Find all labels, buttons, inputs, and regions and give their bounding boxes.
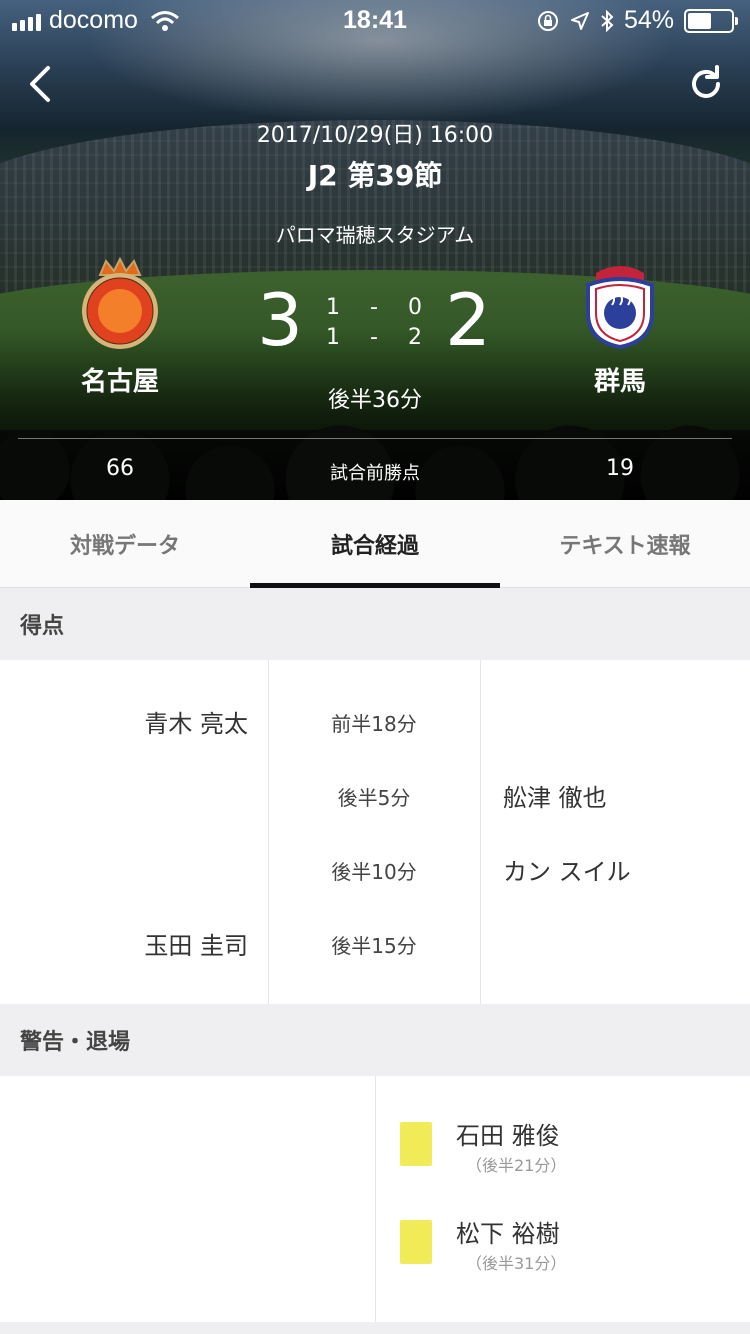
- tab-live-text[interactable]: テキスト速報: [500, 500, 750, 588]
- card-time: （後半21分）: [466, 1156, 567, 1175]
- home-team-crest: [82, 256, 158, 349]
- battery-percentage: 54%: [623, 6, 674, 34]
- second-half-score: 1 - 2: [326, 324, 422, 350]
- match-venue: パロマ瑞穂スタジアム: [275, 223, 475, 247]
- away-scorer: 舩津 徹也: [503, 784, 607, 812]
- goal-time: 前半18分: [331, 712, 417, 736]
- match-round: J2 第39節: [307, 159, 443, 192]
- card-time: （後半31分）: [466, 1254, 567, 1273]
- cards-section-title: 警告・退場: [0, 1004, 750, 1076]
- half-scores: 1 - 0 1 - 2: [318, 292, 430, 352]
- card-row: 石田 雅俊 （後半21分）: [376, 1122, 750, 1202]
- away-points: 19: [606, 456, 634, 481]
- match-header: docomo 18:41 54% 2017/10/29(日) 16:00 J2 …: [0, 0, 750, 500]
- reload-button[interactable]: [686, 64, 726, 104]
- bluetooth-icon: [601, 9, 614, 32]
- goals-table: 青木 亮太 前半18分 後半5分 舩津 徹也 後半10分 カン スイル 玉田 圭…: [0, 660, 750, 1004]
- tab-head-to-head[interactable]: 対戦データ: [0, 500, 250, 588]
- back-button[interactable]: [22, 62, 62, 106]
- location-arrow-icon: [570, 11, 589, 30]
- first-half-score: 1 - 0: [326, 294, 422, 320]
- match-date: 2017/10/29(日) 16:00: [256, 123, 494, 148]
- divider: [18, 438, 732, 439]
- home-scorer: 青木 亮太: [144, 710, 248, 738]
- yellow-card-icon: [400, 1122, 432, 1166]
- card-player: 石田 雅俊: [456, 1122, 560, 1150]
- goal-time: 後半5分: [337, 786, 411, 810]
- orientation-lock-icon: [537, 10, 558, 31]
- away-scorer: カン スイル: [503, 858, 631, 886]
- goal-row: 後半10分 カン スイル: [0, 832, 750, 906]
- tab-match-progress[interactable]: 試合経過: [250, 500, 500, 588]
- card-row: 松下 裕樹 （後半31分）: [376, 1220, 750, 1300]
- goal-row: 玉田 圭司 後半15分: [0, 906, 750, 980]
- home-scorer: 玉田 圭司: [144, 932, 248, 960]
- away-score: 2: [445, 278, 491, 362]
- battery-icon: [684, 8, 738, 33]
- goal-time: 後半10分: [331, 860, 417, 884]
- tab-bar: 対戦データ 試合経過 テキスト速報: [0, 500, 750, 588]
- status-bar: docomo 18:41 54%: [0, 0, 750, 40]
- home-score: 3: [257, 278, 303, 362]
- goals-section-title: 得点: [0, 588, 750, 660]
- goal-row: 後半5分 舩津 徹也: [0, 758, 750, 832]
- card-player: 松下 裕樹: [456, 1220, 560, 1248]
- match-status: 後半36分: [328, 388, 422, 413]
- cards-table: 石田 雅俊 （後半21分） 松下 裕樹 （後半31分）: [0, 1076, 750, 1322]
- goal-time: 後半15分: [331, 934, 417, 958]
- yellow-card-icon: [400, 1220, 432, 1264]
- away-team-crest: [586, 266, 654, 350]
- goal-row: 青木 亮太 前半18分: [0, 684, 750, 758]
